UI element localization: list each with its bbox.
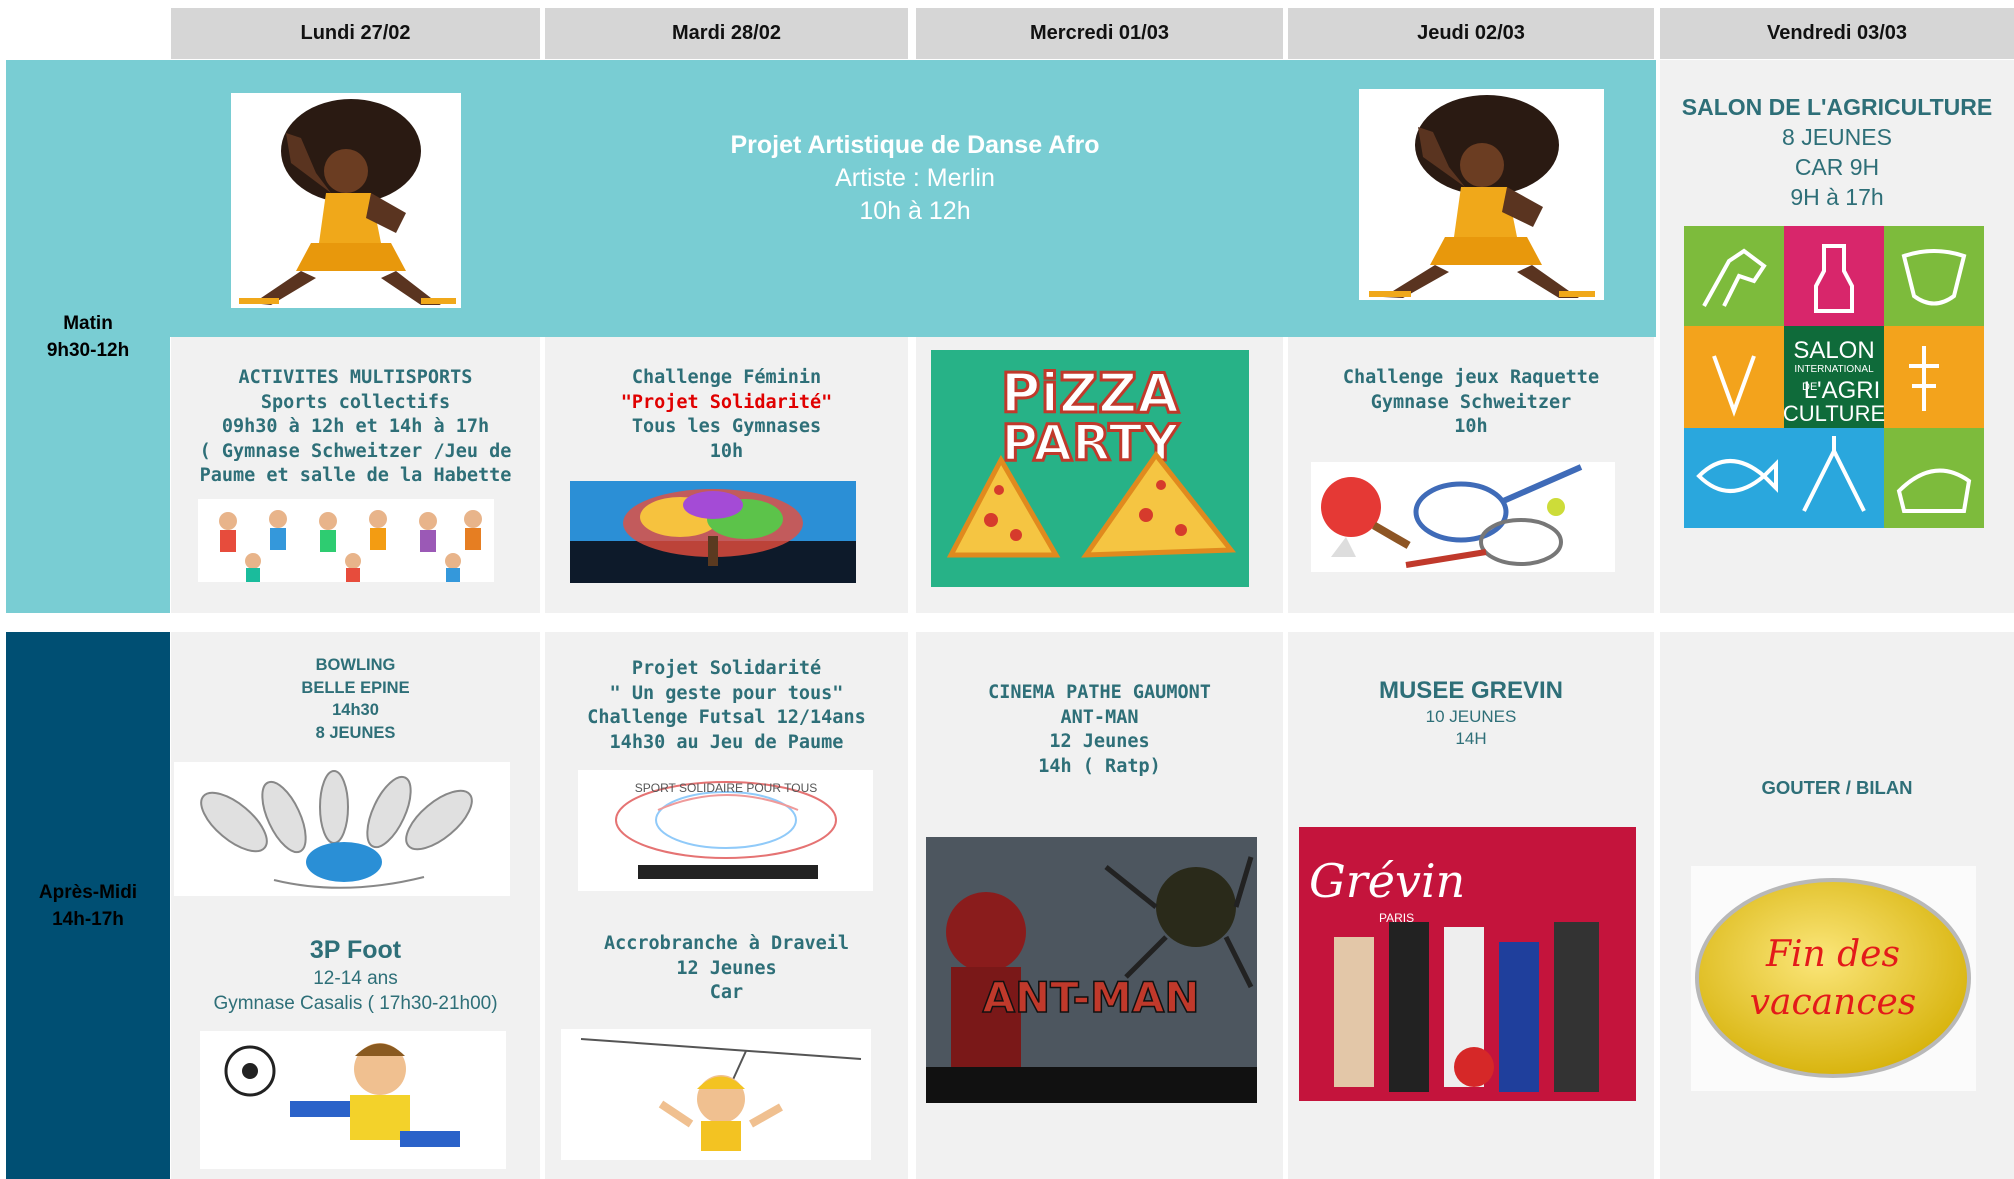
afternoon-time: 14h-17h — [52, 908, 124, 930]
foot-line-2: Gymnase Casalis ( 17h30-21h00) — [213, 993, 498, 1014]
cinema-line-1: CINEMA PATHE GAUMONT — [988, 682, 1211, 703]
morning-time: 9h30-12h — [46, 339, 130, 361]
feminin-line-4: 10h — [709, 440, 744, 462]
accrobranche-image — [561, 1029, 871, 1160]
cinema-text: CINEMA PATHE GAUMONT ANT-MAN 12 Jeunes 1… — [916, 681, 1283, 779]
salon-logo-line-4: L'AGRI — [1804, 377, 1881, 404]
bowling-line-2: BELLE EPINE — [301, 678, 410, 697]
solidarite-line-3: Challenge Futsal 12/14ans — [587, 707, 866, 728]
row-label-morning: Matin 9h30-12h — [6, 60, 170, 613]
solidarite-text: Projet Solidarité " Un geste pour tous" … — [545, 657, 908, 755]
afro-title: Projet Artistique de Danse Afro — [730, 131, 1100, 159]
afternoon-label: Après-Midi — [38, 881, 138, 903]
bowling-text: BOWLING BELLE EPINE 14h30 8 JEUNES — [171, 654, 540, 744]
afro-time: 10h à 12h — [859, 197, 971, 225]
solidarite-globe-image: SPORT SOLIDAIRE POUR TOUS — [578, 770, 873, 891]
accrobranche-text: Accrobranche à Draveil 12 Jeunes Car — [545, 932, 908, 1006]
fin-line-2: vacances — [1750, 982, 1917, 1023]
solidaire-banner-text: SPORT SOLIDAIRE POUR TOUS — [635, 781, 818, 795]
cinema-line-3: 12 Jeunes — [1049, 731, 1150, 752]
accrobranche-line-1: Accrobranche à Draveil — [603, 933, 850, 954]
solidarite-line-4: 14h30 au Jeu de Paume — [609, 731, 844, 753]
raquette-image — [1311, 462, 1615, 572]
bowling-image — [174, 762, 510, 896]
multisports-text: ACTIVITES MULTISPORTS Sports collectifs … — [171, 366, 540, 489]
salon-logo-line-2: INTERNATIONAL — [1794, 364, 1874, 375]
afro-artist: Artiste : Merlin — [835, 164, 995, 192]
feminin-hands-tree-image — [570, 481, 856, 583]
bowling-line-4: 8 JEUNES — [315, 723, 396, 742]
afro-dancer-image-right — [1359, 89, 1604, 300]
raquette-text: Challenge jeux Raquette Gymnase Schweitz… — [1288, 366, 1654, 440]
multisports-line-2: Sports collectifs — [260, 391, 451, 413]
accrobranche-line-2: 12 Jeunes — [676, 957, 777, 979]
multisports-line-1: ACTIVITES MULTISPORTS — [238, 367, 473, 388]
feminin-text: Challenge Féminin "Projet Solidarité" To… — [545, 366, 908, 464]
accrobranche-line-3: Car — [709, 982, 744, 1003]
afro-dancer-image-left — [231, 93, 461, 308]
salon-logo-line-5: CULTURE — [1783, 401, 1885, 426]
multisports-image — [198, 499, 494, 582]
foot-text: 3P Foot 12-14 ans Gymnase Casalis ( 17h3… — [171, 934, 540, 1016]
grevin-image: Grévin PARIS — [1299, 827, 1636, 1101]
foot-title: 3P Foot — [309, 936, 402, 964]
header-lundi: Lundi 27/02 — [171, 8, 540, 59]
cinema-line-4: 14h ( Ratp) — [1038, 755, 1161, 777]
multisports-line-4: ( Gymnase Schweitzer /Jeu de — [199, 440, 512, 462]
salon-text: SALON DE L'AGRICULTURE 8 JEUNES CAR 9H 9… — [1660, 92, 2014, 212]
cinema-line-2: ANT-MAN — [1060, 706, 1139, 728]
header-mardi: Mardi 28/02 — [545, 8, 908, 59]
raquette-line-3: 10h — [1454, 416, 1488, 437]
salon-line-3: CAR 9H — [1794, 154, 1880, 180]
multisports-line-5: Paume et salle de la Habette — [199, 465, 512, 486]
fin-vacances-image: Fin des vacances — [1691, 866, 1976, 1091]
foot-line-1: 12-14 ans — [313, 968, 398, 989]
salon-agriculture-logo: SALON INTERNATIONAL DE L'AGRI CULTURE — [1684, 226, 1984, 528]
row-label-afternoon: Après-Midi 14h-17h — [6, 632, 170, 1179]
antman-logo: ANT-MAN — [982, 973, 1199, 1022]
antman-poster-image: ANT-MAN — [926, 837, 1257, 1103]
header-mercredi: Mercredi 01/03 — [916, 8, 1283, 59]
feminin-line-3: Tous les Gymnases — [631, 416, 822, 437]
grevin-line-1: 10 JEUNES — [1425, 707, 1517, 726]
multisports-line-3: 09h30 à 12h et 14h à 17h — [221, 416, 490, 437]
raquette-line-1: Challenge jeux Raquette — [1342, 367, 1600, 388]
grevin-text: MUSEE GREVIN 10 JEUNES 14H — [1288, 676, 1654, 750]
salon-line-2: 8 JEUNES — [1782, 124, 1892, 150]
fin-line-1: Fin des — [1765, 934, 1900, 975]
solidarite-line-1: Projet Solidarité — [631, 658, 822, 679]
grevin-logo: Grévin — [1309, 854, 1465, 908]
bowling-line-1: BOWLING — [315, 656, 396, 674]
raquette-line-2: Gymnase Schweitzer — [1370, 391, 1572, 413]
salon-logo-line-1: SALON — [1793, 337, 1874, 364]
foot-image — [200, 1031, 506, 1169]
salon-line-4: 9H à 17h — [1790, 184, 1884, 210]
morning-label: Matin — [63, 312, 113, 334]
pizza-party-image: PiZZA PARTY — [931, 350, 1249, 587]
feminin-line-2: "Projet Solidarité" — [620, 391, 833, 413]
feminin-line-1: Challenge Féminin — [631, 367, 822, 388]
gouter-text: GOUTER / BILAN — [1761, 777, 1913, 798]
solidarite-line-2: " Un geste pour tous" — [609, 682, 844, 704]
salon-line-1: SALON DE L'AGRICULTURE — [1681, 94, 1993, 120]
afro-text: Projet Artistique de Danse Afro Artiste … — [600, 128, 1230, 238]
grevin-line-2: 14H — [1455, 729, 1487, 748]
bowling-line-3: 14h30 — [332, 701, 379, 719]
grevin-title: MUSEE GREVIN — [1378, 677, 1564, 704]
header-jeudi: Jeudi 02/03 — [1288, 8, 1654, 59]
header-vendredi: Vendredi 03/03 — [1660, 8, 2014, 59]
